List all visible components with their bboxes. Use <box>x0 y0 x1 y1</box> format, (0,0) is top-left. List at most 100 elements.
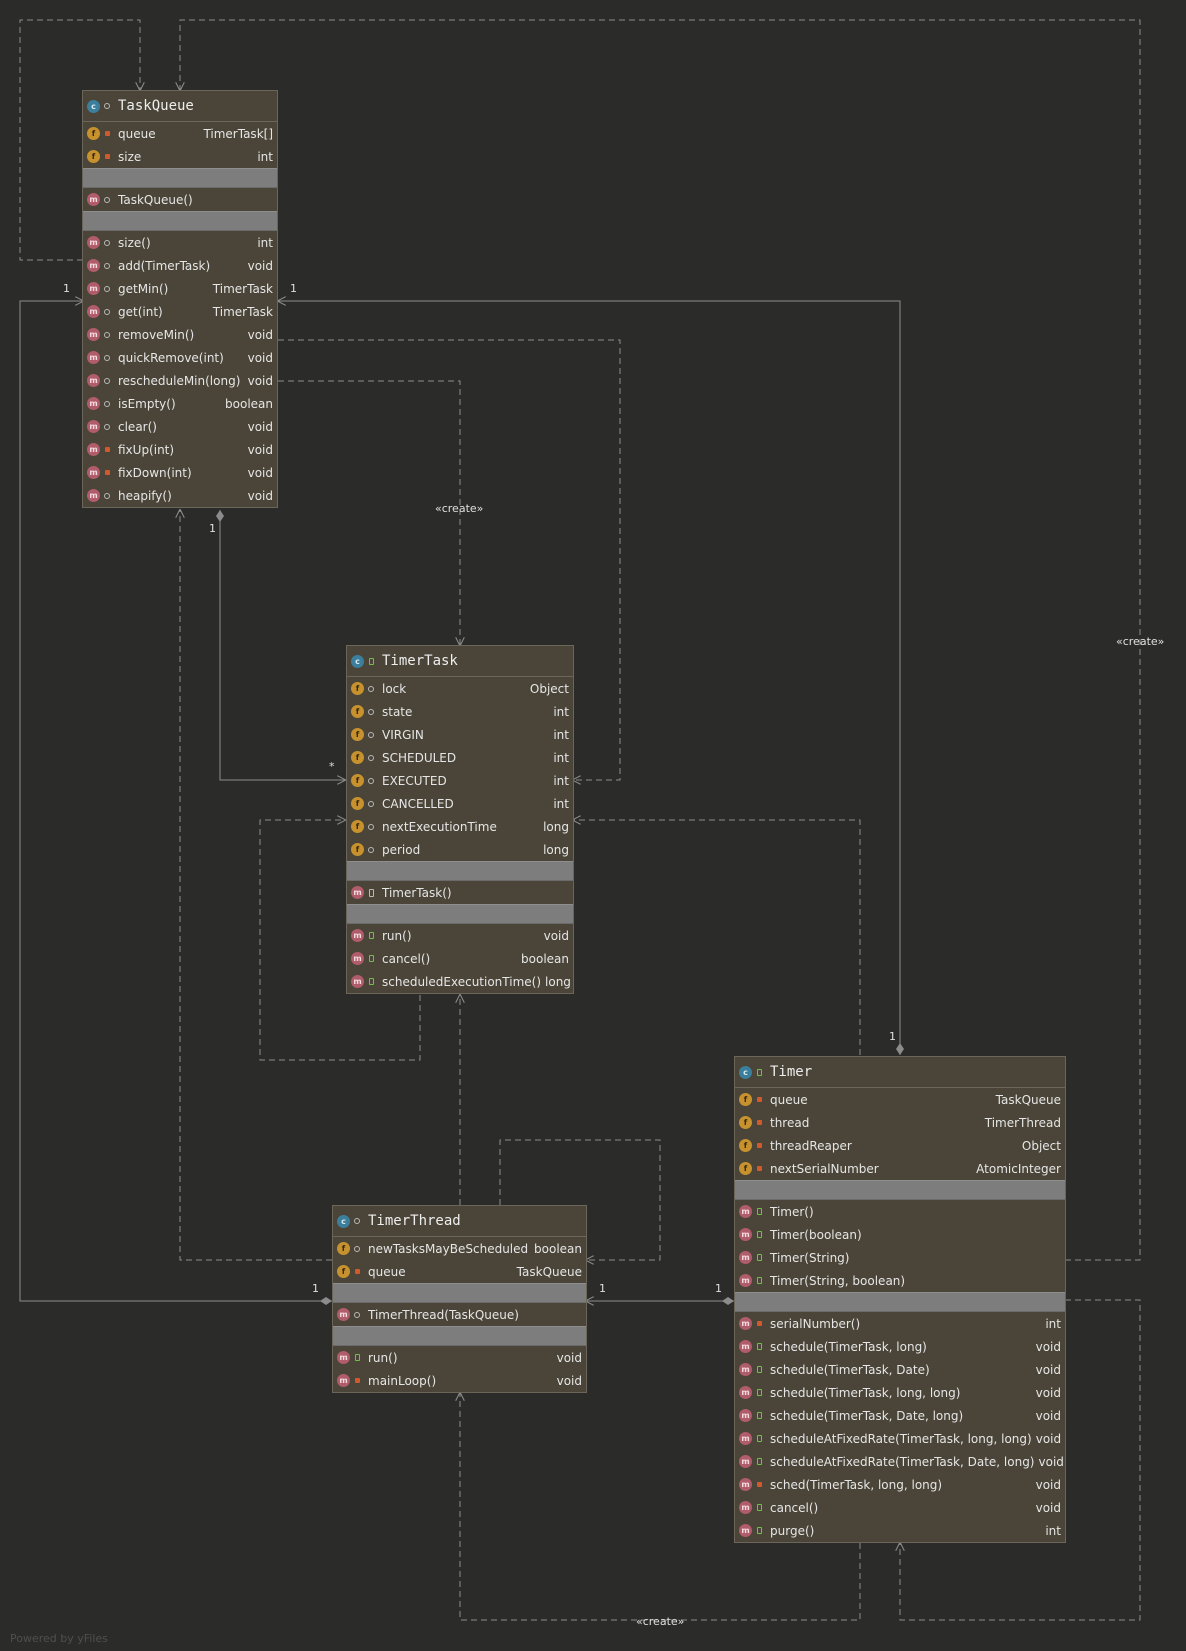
member-name: sched(TimerTask, long, long) <box>770 1477 943 1492</box>
class-name: TimerTask <box>382 653 458 669</box>
method-icon: m <box>87 397 100 410</box>
method-icon: m <box>739 1478 752 1491</box>
private-lock-icon <box>100 150 114 164</box>
field-row[interactable]: f SCHEDULED int <box>347 746 573 769</box>
method-row[interactable]: m scheduleAtFixedRate(TimerTask, Date, lo… <box>735 1450 1065 1473</box>
field-row[interactable]: f EXECUTED int <box>347 769 573 792</box>
method-row[interactable]: m size() int <box>83 231 277 254</box>
method-row[interactable]: m fixDown(int) void <box>83 461 277 484</box>
method-icon: m <box>739 1432 752 1445</box>
field-row[interactable]: f lock Object <box>347 677 573 700</box>
field-row[interactable]: f queue TaskQueue <box>333 1260 586 1283</box>
method-row[interactable]: m run() void <box>347 924 573 947</box>
method-icon: m <box>739 1363 752 1376</box>
member-type: void <box>1038 1454 1064 1469</box>
method-icon: m <box>351 929 364 942</box>
constructor-row[interactable]: m TaskQueue() <box>83 188 277 211</box>
section-separator <box>347 861 573 881</box>
method-row[interactable]: m mainLoop() void <box>333 1369 586 1392</box>
method-icon: m <box>87 328 100 341</box>
field-icon: f <box>739 1139 752 1152</box>
field-row[interactable]: f VIRGIN int <box>347 723 573 746</box>
method-row[interactable]: m add(TimerTask) void <box>83 254 277 277</box>
constructor-row[interactable]: m TimerTask() <box>347 881 573 904</box>
member-type: int <box>257 149 273 164</box>
method-icon: m <box>87 466 100 479</box>
member-type: void <box>247 488 273 503</box>
class-icon: c <box>87 99 100 113</box>
edge-timer-uses-timertask <box>573 820 861 1055</box>
method-row[interactable]: m get(int) TimerTask <box>83 300 277 323</box>
method-row[interactable]: m scheduleAtFixedRate(TimerTask, long, lo… <box>735 1427 1065 1450</box>
public-visibility-icon <box>350 1351 364 1365</box>
method-row[interactable]: m schedule(TimerTask, Date, long) void <box>735 1404 1065 1427</box>
member-name: removeMin() <box>118 327 195 342</box>
constructor-row[interactable]: m Timer(boolean) <box>735 1223 1065 1246</box>
method-row[interactable]: m fixUp(int) void <box>83 438 277 461</box>
method-row[interactable]: m quickRemove(int) void <box>83 346 277 369</box>
member-type: long <box>543 842 569 857</box>
private-lock-icon <box>752 1478 766 1492</box>
method-row[interactable]: m isEmpty() boolean <box>83 392 277 415</box>
field-row[interactable]: f size int <box>83 145 277 168</box>
method-row[interactable]: m sched(TimerTask, long, long) void <box>735 1473 1065 1496</box>
constructor-row[interactable]: m Timer(String) <box>735 1246 1065 1269</box>
package-visibility-icon <box>364 682 378 696</box>
method-row[interactable]: m clear() void <box>83 415 277 438</box>
field-row[interactable]: f CANCELLED int <box>347 792 573 815</box>
member-type: void <box>556 1373 582 1388</box>
public-visibility-icon <box>752 1065 766 1079</box>
multiplicity-label: 1 <box>63 282 70 295</box>
class-timertask[interactable]: c TimerTask f lock Object f state int f VIRGIN int… <box>346 645 574 994</box>
member-name: nextSerialNumber <box>770 1161 879 1176</box>
member-type: void <box>247 258 273 273</box>
field-row[interactable]: f state int <box>347 700 573 723</box>
member-type: int <box>553 704 569 719</box>
field-row[interactable]: f queue TimerTask[] <box>83 122 277 145</box>
member-name: schedule(TimerTask, long, long) <box>770 1385 961 1400</box>
member-type: int <box>257 235 273 250</box>
method-row[interactable]: m cancel() boolean <box>347 947 573 970</box>
multiplicity-label: * <box>329 760 335 773</box>
package-visibility-icon <box>100 397 114 411</box>
method-row[interactable]: m removeMin() void <box>83 323 277 346</box>
method-icon: m <box>739 1501 752 1514</box>
method-row[interactable]: m heapify() void <box>83 484 277 507</box>
class-taskqueue[interactable]: c TaskQueue f queue TimerTask[] f size int m Task… <box>82 90 278 508</box>
field-row[interactable]: f nextExecutionTime long <box>347 815 573 838</box>
package-visibility-icon <box>364 705 378 719</box>
constructor-row[interactable]: m Timer() <box>735 1200 1065 1223</box>
class-timer[interactable]: c Timer f queue TaskQueue f thread TimerThread f… <box>734 1056 1066 1543</box>
package-visibility-icon <box>100 259 114 273</box>
method-row[interactable]: m scheduledExecutionTime() long <box>347 970 573 993</box>
method-row[interactable]: m schedule(TimerTask, Date) void <box>735 1358 1065 1381</box>
method-row[interactable]: m cancel() void <box>735 1496 1065 1519</box>
member-type: TimerThread <box>984 1115 1061 1130</box>
method-row[interactable]: m getMin() TimerTask <box>83 277 277 300</box>
private-lock-icon <box>752 1317 766 1331</box>
field-row[interactable]: f queue TaskQueue <box>735 1088 1065 1111</box>
class-name: TimerThread <box>368 1213 461 1229</box>
field-row[interactable]: f threadReaper Object <box>735 1134 1065 1157</box>
member-type: AtomicInteger <box>976 1161 1061 1176</box>
method-row[interactable]: m run() void <box>333 1346 586 1369</box>
constructor-row[interactable]: m Timer(String, boolean) <box>735 1269 1065 1292</box>
field-row[interactable]: f period long <box>347 838 573 861</box>
field-row[interactable]: f nextSerialNumber AtomicInteger <box>735 1157 1065 1180</box>
method-row[interactable]: m purge() int <box>735 1519 1065 1542</box>
field-icon: f <box>351 705 364 718</box>
member-name: period <box>382 842 421 857</box>
member-type: void <box>1035 1385 1061 1400</box>
package-visibility-icon <box>350 1308 364 1322</box>
constructor-row[interactable]: m TimerThread(TaskQueue) <box>333 1303 586 1326</box>
member-name: run() <box>382 928 412 943</box>
member-type: void <box>247 350 273 365</box>
field-row[interactable]: f newTasksMayBeScheduled boolean <box>333 1237 586 1260</box>
method-row[interactable]: m rescheduleMin(long) void <box>83 369 277 392</box>
method-row[interactable]: m schedule(TimerTask, long) void <box>735 1335 1065 1358</box>
method-icon: m <box>87 443 100 456</box>
method-row[interactable]: m serialNumber() int <box>735 1312 1065 1335</box>
class-timerthread[interactable]: c TimerThread f newTasksMayBeScheduled boole… <box>332 1205 587 1393</box>
method-row[interactable]: m schedule(TimerTask, long, long) void <box>735 1381 1065 1404</box>
field-row[interactable]: f thread TimerThread <box>735 1111 1065 1134</box>
